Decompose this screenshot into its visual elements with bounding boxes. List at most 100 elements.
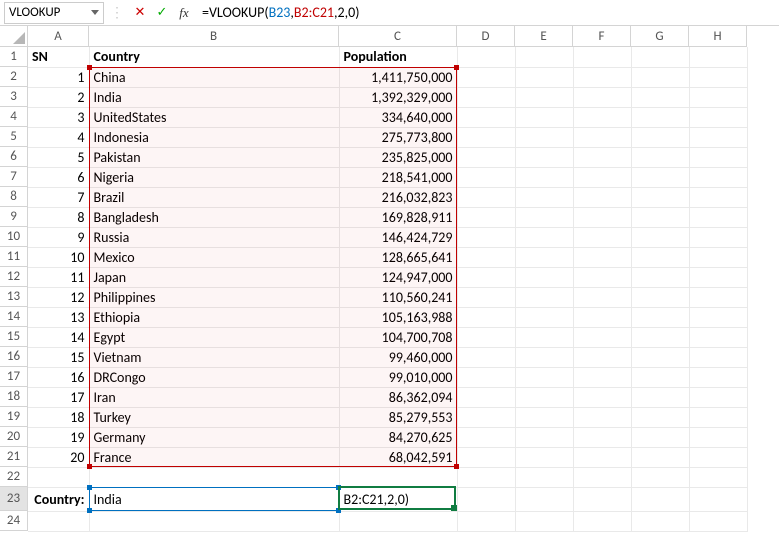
cell[interactable]: [631, 187, 689, 207]
cell[interactable]: 99,460,000: [339, 347, 457, 367]
cell[interactable]: [573, 67, 631, 87]
cell[interactable]: 15: [28, 347, 89, 367]
cell[interactable]: [89, 467, 339, 487]
cell[interactable]: [631, 327, 689, 347]
cancel-button[interactable]: ✕: [130, 3, 150, 23]
row-header-18[interactable]: 18: [0, 387, 28, 407]
cell[interactable]: [515, 167, 573, 187]
cell[interactable]: [689, 367, 747, 387]
row-header-16[interactable]: 16: [0, 347, 28, 367]
cell[interactable]: [573, 447, 631, 467]
cell[interactable]: [689, 167, 747, 187]
chevron-down-icon[interactable]: [91, 10, 99, 15]
cell[interactable]: [515, 511, 573, 531]
cell[interactable]: 1,392,329,000: [339, 87, 457, 107]
cell[interactable]: Egypt: [89, 327, 339, 347]
cell[interactable]: 13: [28, 307, 89, 327]
cell[interactable]: 12: [28, 287, 89, 307]
cell[interactable]: [631, 287, 689, 307]
cell[interactable]: [573, 267, 631, 287]
cell[interactable]: [631, 167, 689, 187]
cell[interactable]: Population: [339, 47, 457, 67]
cell[interactable]: [631, 127, 689, 147]
cell[interactable]: China: [89, 67, 339, 87]
cell[interactable]: [631, 427, 689, 447]
cell[interactable]: 10: [28, 247, 89, 267]
cell[interactable]: [515, 207, 573, 227]
cell[interactable]: [573, 367, 631, 387]
cell[interactable]: [573, 487, 631, 511]
col-header-C[interactable]: C: [339, 26, 457, 47]
cell[interactable]: [573, 467, 631, 487]
cell[interactable]: [631, 227, 689, 247]
col-header-F[interactable]: F: [573, 26, 631, 47]
cell[interactable]: [515, 147, 573, 167]
cell[interactable]: [689, 447, 747, 467]
cell[interactable]: [573, 307, 631, 327]
col-header-D[interactable]: D: [457, 26, 515, 47]
cell[interactable]: [689, 427, 747, 447]
cell[interactable]: UnitedStates: [89, 107, 339, 127]
row-header-13[interactable]: 13: [0, 287, 28, 307]
cell[interactable]: [631, 307, 689, 327]
cell[interactable]: [457, 127, 515, 147]
cell[interactable]: [573, 511, 631, 531]
cell[interactable]: [573, 147, 631, 167]
cell[interactable]: [515, 327, 573, 347]
cell[interactable]: 16: [28, 367, 89, 387]
cell[interactable]: [28, 511, 89, 531]
cell[interactable]: [573, 127, 631, 147]
cell[interactable]: [631, 447, 689, 467]
cell[interactable]: [631, 247, 689, 267]
cell[interactable]: [457, 207, 515, 227]
cell[interactable]: 104,700,708: [339, 327, 457, 347]
cell[interactable]: [631, 87, 689, 107]
cell[interactable]: [515, 427, 573, 447]
name-box[interactable]: VLOOKUP: [4, 2, 104, 24]
cell[interactable]: Pakistan: [89, 147, 339, 167]
cell[interactable]: [515, 407, 573, 427]
cell[interactable]: SN: [28, 47, 89, 67]
cell[interactable]: 235,825,000: [339, 147, 457, 167]
cell[interactable]: 99,010,000: [339, 367, 457, 387]
cell[interactable]: [515, 127, 573, 147]
cell[interactable]: [457, 287, 515, 307]
cell[interactable]: 275,773,800: [339, 127, 457, 147]
cell[interactable]: 7: [28, 187, 89, 207]
cell[interactable]: [457, 487, 515, 511]
cell[interactable]: 20: [28, 447, 89, 467]
row-header-23[interactable]: 23: [0, 487, 28, 511]
cell[interactable]: Mexico: [89, 247, 339, 267]
cell[interactable]: [457, 47, 515, 67]
cell[interactable]: 128,665,641: [339, 247, 457, 267]
cell[interactable]: [457, 227, 515, 247]
row-header-8[interactable]: 8: [0, 187, 28, 207]
cell[interactable]: [689, 107, 747, 127]
cell[interactable]: 2: [28, 87, 89, 107]
cell[interactable]: [457, 427, 515, 447]
cell[interactable]: [689, 147, 747, 167]
col-header-B[interactable]: B: [89, 26, 339, 47]
cell[interactable]: [631, 407, 689, 427]
cell[interactable]: [631, 267, 689, 287]
col-header-H[interactable]: H: [689, 26, 747, 47]
cell[interactable]: [515, 387, 573, 407]
cell[interactable]: [457, 267, 515, 287]
cell[interactable]: [457, 347, 515, 367]
cell[interactable]: [457, 247, 515, 267]
cell[interactable]: [689, 87, 747, 107]
cell[interactable]: [689, 347, 747, 367]
row-header-12[interactable]: 12: [0, 267, 28, 287]
cell[interactable]: [515, 467, 573, 487]
cell[interactable]: [689, 387, 747, 407]
formula-input[interactable]: =VLOOKUP(B23,B2:C21,2,0): [196, 2, 775, 24]
cell[interactable]: [515, 287, 573, 307]
row-header-10[interactable]: 10: [0, 227, 28, 247]
cell[interactable]: Iran: [89, 387, 339, 407]
col-header-A[interactable]: A: [28, 26, 89, 47]
cell[interactable]: [457, 447, 515, 467]
cell[interactable]: [689, 307, 747, 327]
cell[interactable]: [689, 47, 747, 67]
cell[interactable]: [573, 247, 631, 267]
cell[interactable]: [339, 511, 457, 531]
